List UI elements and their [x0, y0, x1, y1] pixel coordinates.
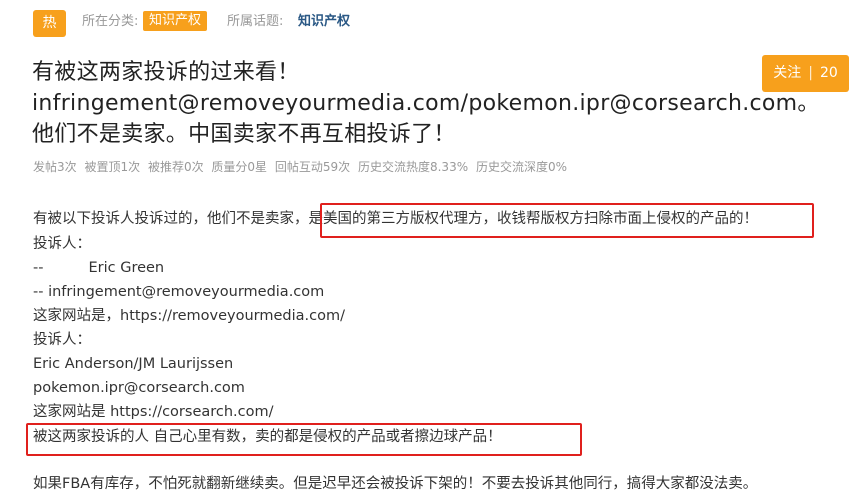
- stat-quality: 质量分0星: [211, 160, 268, 174]
- body-line-3: -- Eric Green: [33, 256, 164, 280]
- body-line-11: 如果FBA有库存，不怕死就翻新继续卖。但是迟早还会被投诉下架的！不要去投诉其他同…: [33, 476, 758, 492]
- body-line-7: Eric Anderson/JM Laurijssen: [33, 356, 234, 372]
- body-line-6: 投诉人：: [33, 332, 91, 348]
- title-line-3: 他们不是卖家。中国卖家不再互相投诉了！: [32, 122, 456, 147]
- highlight-box-2: [26, 423, 582, 456]
- topic-link[interactable]: 知识产权: [298, 12, 350, 32]
- category-tag[interactable]: 知识产权: [143, 11, 208, 31]
- body-line-8: pokemon.ipr@corsearch.com: [33, 380, 245, 396]
- highlight-box-1: [320, 203, 814, 238]
- stat-posts: 发帖3次: [33, 160, 77, 174]
- stat-pinned: 被置顶1次: [84, 160, 141, 174]
- follow-button[interactable]: 关注 | 20: [762, 55, 849, 92]
- body-line-1-intro: 有被以下投诉人投诉过的，他们不是卖家，: [33, 211, 309, 227]
- stat-recommended: 被推荐0次: [147, 160, 204, 174]
- follow-label: 关注: [773, 65, 802, 81]
- hot-badge: 热: [33, 10, 66, 37]
- title-line-1: 有被这两家投诉的过来看！: [32, 60, 300, 85]
- post-title: 有被这两家投诉的过来看！ infringement@removeyourmedi…: [32, 57, 820, 150]
- body-line-3-name: Eric Green: [88, 260, 165, 276]
- title-line-2: infringement@removeyourmedia.com/pokemon…: [32, 91, 820, 116]
- stat-replies: 回帖互动59次: [274, 160, 351, 174]
- topic-label: 所属话题:: [227, 14, 284, 29]
- follow-separator: |: [808, 65, 813, 81]
- body-line-3-prefix: --: [33, 260, 44, 276]
- category-label: 所在分类:: [82, 14, 139, 29]
- body-line-5: 这家网站是，https://removeyourmedia.com/: [33, 308, 346, 324]
- body-line-9: 这家网站是 https://corsearch.com/: [33, 404, 274, 420]
- author-stats: 发帖3次 被置顶1次 被推荐0次 质量分0星 回帖互动59次 历史交流热度8.3…: [33, 158, 571, 176]
- body-line-2: 投诉人：: [33, 236, 91, 252]
- follow-count: 20: [819, 65, 838, 81]
- body-line-4: -- infringement@removeyourmedia.com: [33, 284, 325, 300]
- stat-heat: 历史交流热度8.33%: [357, 160, 469, 174]
- stat-depth: 历史交流深度0%: [475, 160, 567, 174]
